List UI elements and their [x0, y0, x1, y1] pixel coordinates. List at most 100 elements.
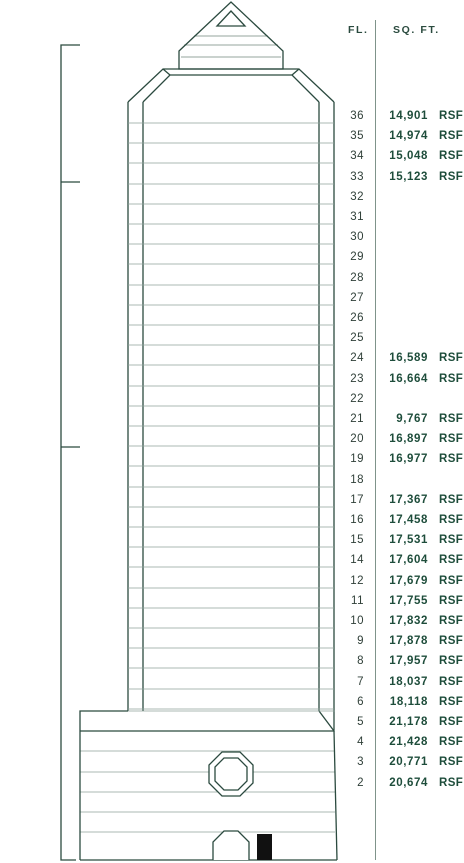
- floor-sqft: 16,897: [389, 433, 428, 445]
- floor-number: 32: [350, 191, 364, 203]
- floor-number: 35: [350, 130, 364, 142]
- floor-unit: RSF: [439, 514, 464, 526]
- floor-unit: RSF: [439, 575, 464, 587]
- sqft-column-header: SQ. FT.: [393, 24, 440, 36]
- floor-unit: RSF: [439, 494, 464, 506]
- floor-row: 25: [0, 332, 464, 346]
- floor-sqft: 17,679: [389, 575, 428, 587]
- floor-number: 12: [350, 575, 364, 587]
- floor-sqft: 16,589: [389, 352, 428, 364]
- floor-row: 34 15,048 RSF: [0, 150, 464, 164]
- floor-row: 12 17,679 RSF: [0, 575, 464, 589]
- floor-sqft: 14,974: [389, 130, 428, 142]
- floor-row: 19 16,977 RSF: [0, 453, 464, 467]
- floor-sqft: 21,178: [389, 716, 428, 728]
- floor-number: 36: [350, 110, 364, 122]
- floor-unit: RSF: [439, 433, 464, 445]
- floor-row: 20 16,897 RSF: [0, 433, 464, 447]
- floor-unit: RSF: [439, 615, 464, 627]
- floor-number: 15: [350, 534, 364, 546]
- floor-row: 23 16,664 RSF: [0, 373, 464, 387]
- floor-number: 26: [350, 312, 364, 324]
- floor-row: 17 17,367 RSF: [0, 494, 464, 508]
- floor-unit: RSF: [439, 554, 464, 566]
- floor-row: 5 21,178 RSF: [0, 716, 464, 730]
- floor-sqft: 17,367: [389, 494, 428, 506]
- floor-row: 26: [0, 312, 464, 326]
- floor-number: 9: [357, 635, 364, 647]
- floor-unit: RSF: [439, 635, 464, 647]
- floor-sqft: 18,118: [389, 696, 428, 708]
- floor-row: 31: [0, 211, 464, 225]
- floor-sqft: 17,832: [389, 615, 428, 627]
- floor-row: 9 17,878 RSF: [0, 635, 464, 649]
- floor-number: 19: [350, 453, 364, 465]
- floor-number: 28: [350, 272, 364, 284]
- floor-sqft: 17,755: [389, 595, 428, 607]
- floor-number: 2: [357, 777, 364, 789]
- floor-unit: RSF: [439, 373, 464, 385]
- floor-unit: RSF: [439, 756, 464, 768]
- building-crown: [178, 1, 284, 70]
- floor-row: 24 16,589 RSF: [0, 352, 464, 366]
- floor-row: 27: [0, 292, 464, 306]
- floor-unit: RSF: [439, 716, 464, 728]
- floor-sqft: 17,531: [389, 534, 428, 546]
- floor-row: 4 21,428 RSF: [0, 736, 464, 750]
- floor-unit: RSF: [439, 655, 464, 667]
- floor-number: 33: [350, 171, 364, 183]
- floor-number: 7: [357, 676, 364, 688]
- floor-unit: RSF: [439, 777, 464, 789]
- floor-row: 32: [0, 191, 464, 205]
- floor-row: 2 20,674 RSF: [0, 777, 464, 791]
- floor-row: 35 14,974 RSF: [0, 130, 464, 144]
- floor-unit: RSF: [439, 736, 464, 748]
- floor-row: 28: [0, 272, 464, 286]
- floor-number: 8: [357, 655, 364, 667]
- floor-sqft: 21,428: [389, 736, 428, 748]
- floor-unit: RSF: [439, 171, 464, 183]
- floor-number: 27: [350, 292, 364, 304]
- floor-sqft: 17,604: [389, 554, 428, 566]
- floor-unit: RSF: [439, 150, 464, 162]
- floor-unit: RSF: [439, 130, 464, 142]
- floor-unit: RSF: [439, 413, 464, 425]
- floor-row: 7 18,037 RSF: [0, 676, 464, 690]
- floor-number: 5: [357, 716, 364, 728]
- floor-unit: RSF: [439, 696, 464, 708]
- floor-sqft: 15,048: [389, 150, 428, 162]
- floor-number: 22: [350, 393, 364, 405]
- floor-row: 30: [0, 231, 464, 245]
- floor-row: 10 17,832 RSF: [0, 615, 464, 629]
- floor-number: 20: [350, 433, 364, 445]
- floor-number: 18: [350, 474, 364, 486]
- floor-number: 10: [350, 615, 364, 627]
- floor-number: 11: [351, 595, 364, 607]
- floor-sqft: 16,977: [389, 453, 428, 465]
- floor-number: 17: [350, 494, 364, 506]
- floor-number: 16: [350, 514, 364, 526]
- floor-sqft: 20,771: [389, 756, 428, 768]
- floor-number: 6: [357, 696, 364, 708]
- floor-row: 22: [0, 393, 464, 407]
- floor-number: 23: [350, 373, 364, 385]
- floor-row: 15 17,531 RSF: [0, 534, 464, 548]
- floor-row: 11 17,755 RSF: [0, 595, 464, 609]
- floor-sqft: 20,674: [389, 777, 428, 789]
- floor-number: 25: [350, 332, 364, 344]
- floor-sqft: 17,957: [389, 655, 428, 667]
- floor-unit: RSF: [439, 453, 464, 465]
- floor-number: 29: [350, 251, 364, 263]
- building-shoulder: [127, 68, 335, 103]
- floor-unit: RSF: [439, 676, 464, 688]
- floor-column-header: FL.: [348, 24, 369, 36]
- floor-sqft: 15,123: [389, 171, 428, 183]
- floor-sqft: 18,037: [389, 676, 428, 688]
- floor-number: 14: [350, 554, 364, 566]
- floor-row: 3 20,771 RSF: [0, 756, 464, 770]
- floor-row: 14 17,604 RSF: [0, 554, 464, 568]
- floor-sqft: 14,901: [389, 110, 428, 122]
- floor-sqft: 16,664: [389, 373, 428, 385]
- floor-sqft: 17,878: [389, 635, 428, 647]
- floor-row: 29: [0, 251, 464, 265]
